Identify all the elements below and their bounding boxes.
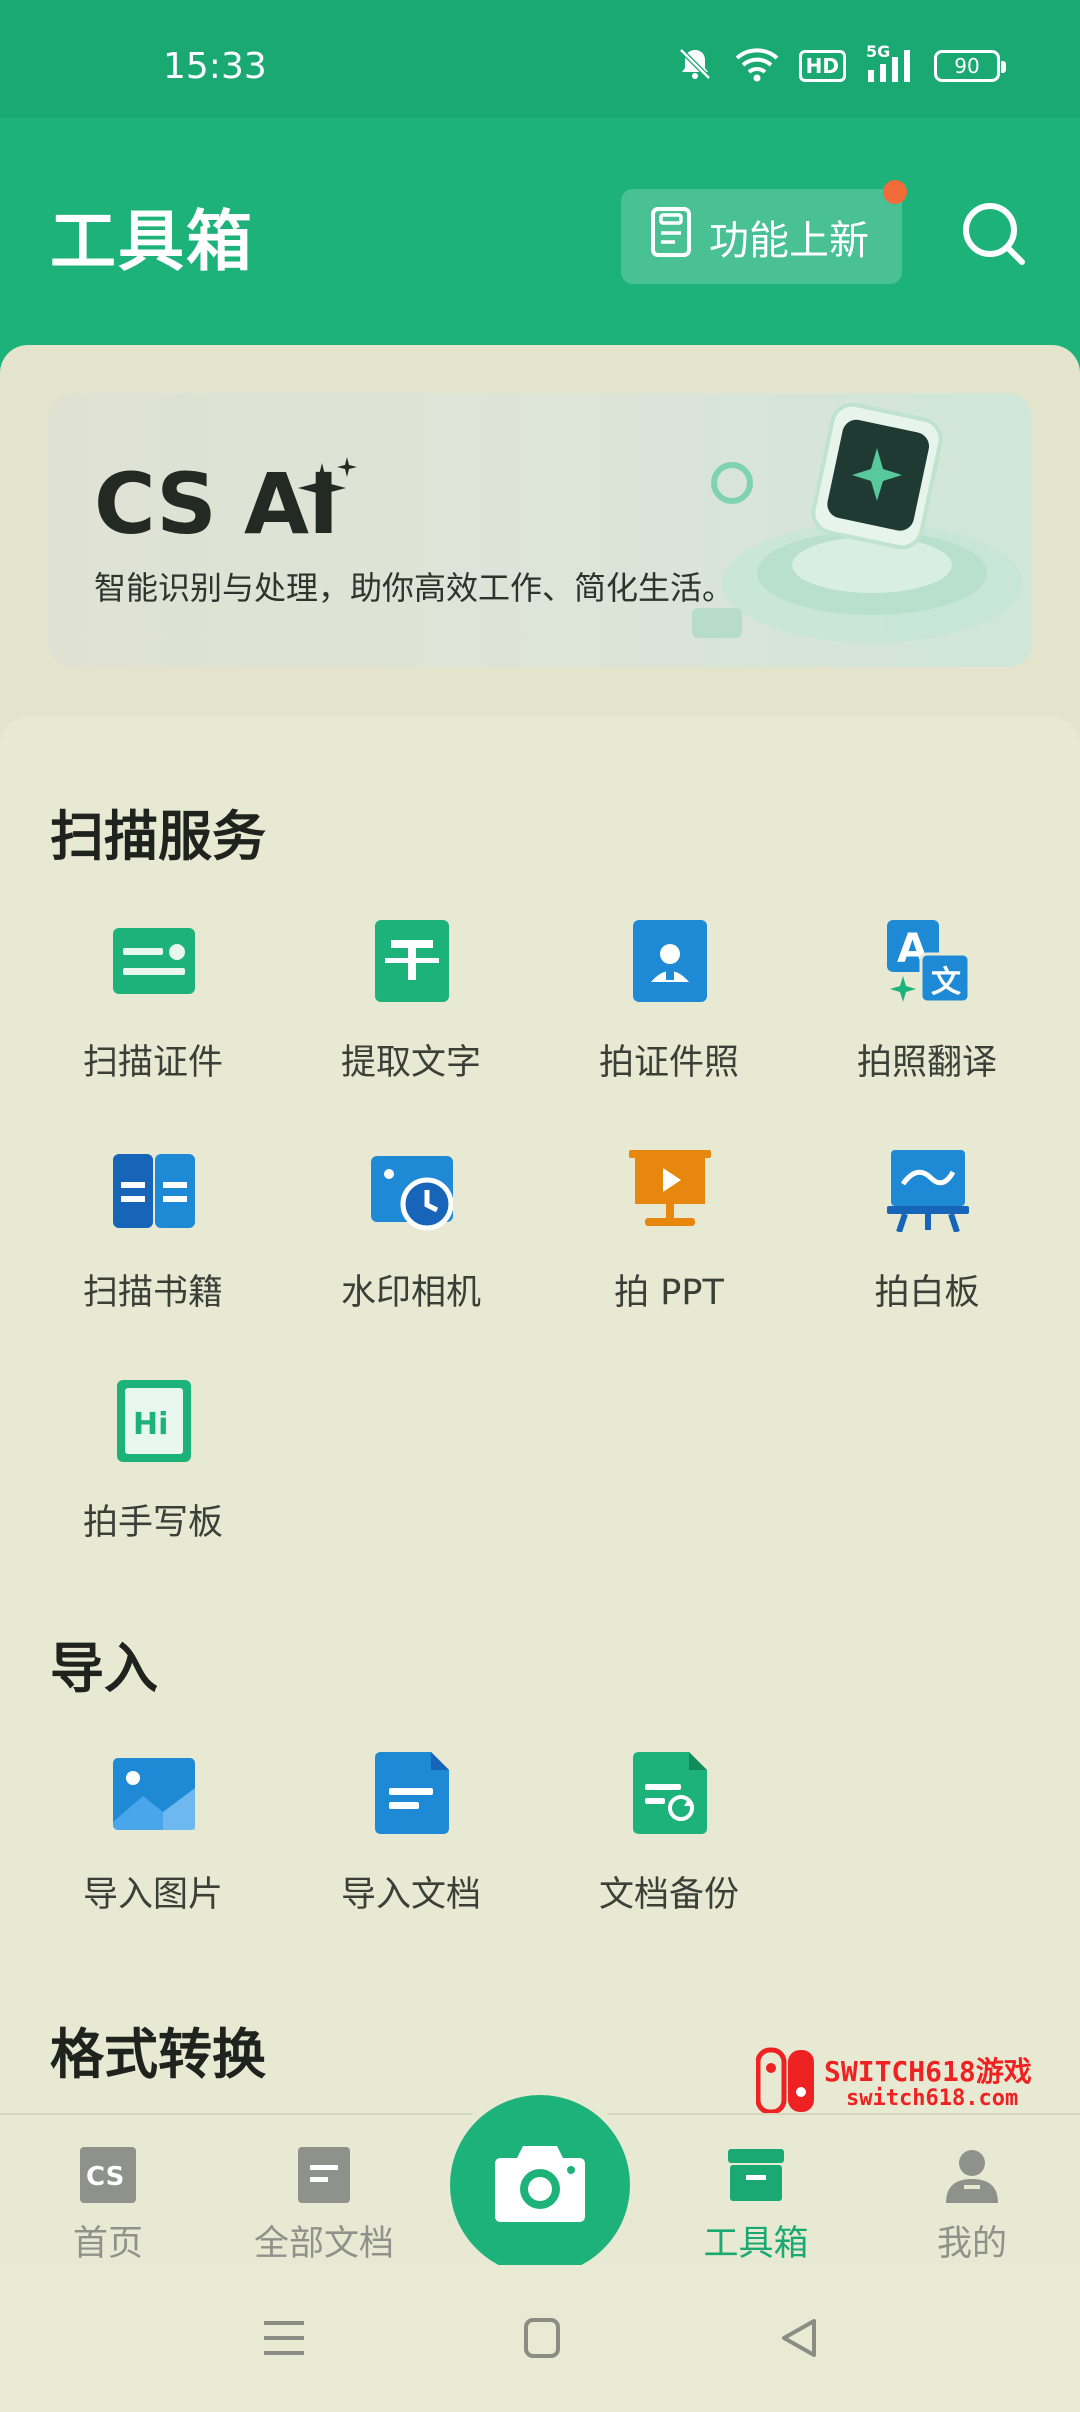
nav-all-docs-label: 全部文档 — [253, 2224, 394, 2264]
svg-text:文: 文 — [931, 965, 961, 1000]
new-feature-label: 功能上新 — [709, 217, 869, 264]
battery-icon: 90 — [934, 50, 1006, 82]
nav-all-docs[interactable]: 全部文档 — [216, 2115, 432, 2267]
whiteboard-icon — [887, 1150, 969, 1233]
status-icons: HD 5G 90 — [675, 42, 1006, 88]
page-title: 工具箱 — [50, 203, 254, 280]
new-feature-button[interactable]: 功能上新 — [621, 180, 907, 284]
tool-extract-text[interactable]: 提取文字 — [282, 920, 540, 1100]
home-icon: CS — [78, 2145, 138, 2205]
import-image-icon — [113, 1752, 195, 1834]
home-square-icon[interactable] — [514, 2313, 570, 2363]
id-card-icon — [113, 920, 195, 1002]
sparkle-icon — [298, 457, 360, 523]
profile-icon — [942, 2145, 1002, 2205]
menu-icon[interactable] — [256, 2313, 312, 2363]
book-icon — [113, 1150, 195, 1232]
content-area: CS AI 智能识别与处理，助你高效工作、简化生活。 扫描服务 扫描证件 提取文… — [0, 345, 1080, 2117]
translate-icon: A文 — [887, 920, 971, 1004]
wifi-icon — [735, 46, 779, 86]
tool-label: 扫描书籍 — [82, 1273, 223, 1313]
section-title-import: 导入 — [50, 1637, 158, 1700]
tool-whiteboard[interactable]: 拍白板 — [798, 1150, 1056, 1330]
nav-toolbox[interactable]: 工具箱 — [648, 2115, 864, 2267]
nav-mine[interactable]: 我的 — [864, 2115, 1080, 2267]
tool-scan-id[interactable]: 扫描证件 — [24, 920, 282, 1100]
mute-icon — [675, 44, 715, 88]
watermark-line2: switch618.com — [846, 2086, 1019, 2111]
search-icon[interactable] — [958, 198, 1030, 270]
toolbox-icon — [726, 2145, 786, 2205]
tool-label: 导入文档 — [340, 1875, 481, 1915]
banner-subtitle: 智能识别与处理，助你高效工作、简化生活。 — [94, 569, 735, 607]
ppt-icon — [629, 1150, 711, 1232]
tool-shoot-ppt[interactable]: 拍 PPT — [540, 1150, 798, 1330]
all-docs-icon — [294, 2145, 354, 2205]
tool-watermark-camera[interactable]: 水印相机 — [282, 1150, 540, 1330]
tool-import-image[interactable]: 导入图片 — [24, 1752, 282, 1932]
status-bar: 15:33 HD 5G 90 — [0, 0, 1080, 118]
ai-illustration — [672, 393, 1032, 667]
nav-home[interactable]: CS 首页 — [0, 2115, 216, 2267]
nav-home-label: 首页 — [72, 2224, 143, 2264]
tool-label: 拍白板 — [874, 1273, 980, 1313]
tool-label: 水印相机 — [340, 1273, 481, 1313]
tool-label: 拍照翻译 — [856, 1043, 997, 1083]
section-title-scan: 扫描服务 — [50, 805, 266, 868]
cs-ai-banner[interactable]: CS AI 智能识别与处理，助你高效工作、简化生活。 — [48, 393, 1032, 667]
home-icon-text: CS — [86, 2162, 124, 2192]
tool-import-doc[interactable]: 导入文档 — [282, 1752, 540, 1932]
id-photo-icon — [629, 920, 711, 1002]
notification-dot — [883, 180, 907, 204]
nav-mine-label: 我的 — [936, 2224, 1007, 2264]
tool-label: 拍手写板 — [82, 1503, 223, 1543]
tool-handwriting-board[interactable]: Hi 拍手写板 — [24, 1380, 282, 1560]
camera-button[interactable] — [450, 2095, 630, 2275]
tool-label: 提取文字 — [340, 1043, 481, 1083]
camera-icon — [493, 2142, 587, 2228]
doc-backup-icon — [629, 1752, 711, 1834]
text-extract-icon — [371, 920, 453, 1002]
section-title-convert: 格式转换 — [50, 2023, 266, 2086]
tool-photo-translate[interactable]: A文 拍照翻译 — [798, 920, 1056, 1100]
watermark-logo: SWITCH618游戏 switch618.com — [755, 2046, 1066, 2116]
tool-label: 拍证件照 — [598, 1043, 739, 1083]
svg-text:Hi: Hi — [133, 1407, 168, 1442]
back-icon[interactable] — [772, 2313, 828, 2363]
handwriting-board-icon: Hi — [113, 1380, 195, 1462]
header: 15:33 HD 5G 90 工具箱 功能上新 — [0, 0, 1080, 380]
signal-icon: 5G — [866, 42, 914, 84]
tools-panel: 扫描服务 扫描证件 提取文字 拍证件照 A文 拍照翻译 扫描书籍 水印相机 拍 … — [0, 717, 1080, 2117]
tool-label: 扫描证件 — [82, 1043, 223, 1083]
tool-label: 文档备份 — [598, 1875, 739, 1915]
document-icon — [649, 205, 709, 269]
tool-id-photo[interactable]: 拍证件照 — [540, 920, 798, 1100]
watermark-camera-icon — [371, 1150, 454, 1232]
hd-badge: HD — [798, 50, 846, 82]
tool-doc-backup[interactable]: 文档备份 — [540, 1752, 798, 1932]
tool-label: 拍 PPT — [614, 1273, 724, 1313]
watermark-line1: SWITCH618游戏 — [824, 2055, 1032, 2088]
nav-toolbox-label: 工具箱 — [703, 2224, 809, 2264]
import-doc-icon — [371, 1752, 453, 1834]
tool-scan-book[interactable]: 扫描书籍 — [24, 1150, 282, 1330]
system-nav-bar — [0, 2265, 1080, 2412]
status-time: 15:33 — [163, 46, 267, 87]
tool-label: 导入图片 — [82, 1875, 223, 1915]
